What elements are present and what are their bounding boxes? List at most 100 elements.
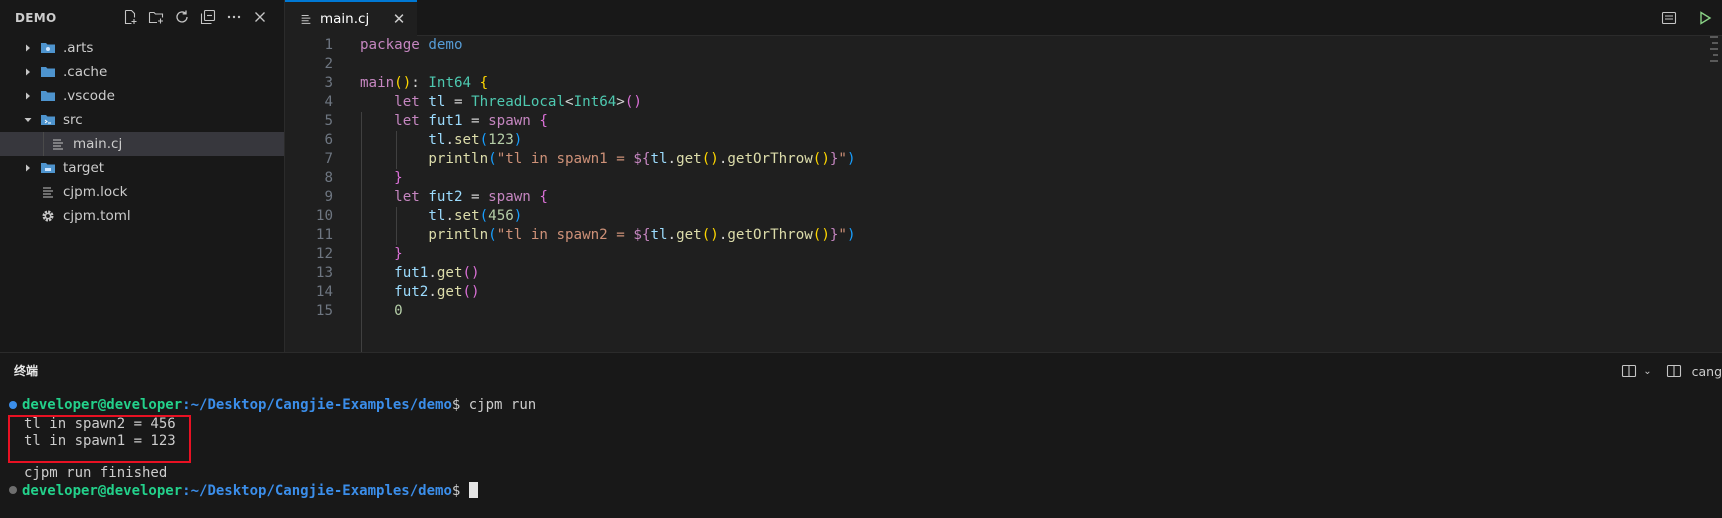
terminal[interactable]: developer@developer:~/Desktop/Cangjie-Ex… [0, 393, 1722, 518]
minimap-mark [1712, 42, 1718, 44]
line-number: 2 [324, 56, 333, 72]
line-number: 1 [324, 37, 333, 53]
terminal-instance-name[interactable]: cang [1692, 364, 1722, 379]
tree-item-cjpm-lock[interactable]: cjpm.lock [0, 180, 284, 204]
code-text: } [394, 246, 403, 262]
code-text: main(): Int64 { [360, 75, 489, 91]
chevron-right-icon [22, 162, 34, 174]
tree-item-cjpm-toml[interactable]: cjpm.toml [0, 204, 284, 228]
terminal-command: cjpm run [460, 397, 537, 413]
code-text: let fut1 = spawn { [394, 113, 548, 129]
code-text: let fut2 = spawn { [394, 189, 548, 205]
code-text: let tl = ThreadLocal<Int64>() [394, 94, 642, 110]
panel-header: 终端 [0, 353, 1722, 388]
code-line: 11 println("tl in spawn2 = ${tl.get().ge… [285, 226, 1722, 245]
code-text: println("tl in spawn2 = ${tl.get().getOr… [428, 227, 856, 243]
folder-src-icon [40, 112, 56, 128]
tree-item-label: cjpm.toml [63, 208, 131, 224]
chevron-down-icon [22, 114, 34, 126]
code-line: 14 fut2.get() [285, 283, 1722, 302]
new-file-icon[interactable] [122, 8, 138, 26]
folder-target-icon [40, 160, 56, 176]
code-line: 1 package demo [285, 36, 1722, 55]
code-text: fut1.get() [394, 265, 480, 281]
run-icon[interactable] [1696, 9, 1714, 27]
new-folder-icon[interactable] [148, 8, 164, 26]
tree-item-label: .arts [63, 40, 94, 56]
chevron-down-icon[interactable]: ⌄ [1643, 366, 1651, 377]
tree-item-target[interactable]: target [0, 156, 284, 180]
code-text: tl.set(456) [428, 208, 523, 224]
line-number: 6 [324, 132, 333, 148]
code-text: package demo [360, 37, 463, 53]
line-number: 7 [324, 151, 333, 167]
folder-icon [40, 88, 56, 104]
minimap-mark [1710, 36, 1718, 38]
panel-actions: ⌄ cang [1621, 362, 1722, 380]
close-icon[interactable] [252, 8, 268, 26]
code-line: 15 0 [285, 302, 1722, 321]
line-number: 3 [324, 75, 333, 91]
line-number: 11 [315, 227, 333, 243]
preview-icon[interactable] [1660, 9, 1678, 27]
prompt-user: developer@developer [22, 483, 183, 499]
tree-item-label: .vscode [63, 88, 115, 104]
code-text: fut2.get() [394, 284, 480, 300]
line-number: 5 [324, 113, 333, 129]
terminal-prompt-line: developer@developer:~/Desktop/Cangjie-Ex… [22, 397, 536, 414]
terminal-panel: 终端 ⌄ cang developer@developer:~/Desktop/… [0, 352, 1722, 518]
prompt-path: :~/Desktop/Cangjie-Examples/demo [182, 483, 452, 499]
tree-item-label: .cache [63, 64, 108, 80]
code-line: 5 let fut1 = spawn { [285, 112, 1722, 131]
tree-item-src[interactable]: src [0, 108, 284, 132]
line-number: 14 [315, 284, 333, 300]
file-tree: .arts .cache .vscode src main.cj target … [0, 36, 284, 228]
code-line: 3 main(): Int64 { [285, 74, 1722, 93]
explorer-title: DEMO [15, 11, 57, 25]
explorer-actions [122, 8, 268, 26]
code-line: 4 let tl = ThreadLocal<Int64>() [285, 93, 1722, 112]
prompt-user: developer@developer [22, 397, 183, 413]
tree-item-cache[interactable]: .cache [0, 60, 284, 84]
chevron-right-icon [22, 90, 34, 102]
gear-icon [40, 208, 56, 224]
tree-item-label: src [63, 112, 83, 128]
refresh-icon[interactable] [174, 8, 190, 26]
text-file-icon [40, 184, 56, 200]
more-icon[interactable] [226, 8, 242, 26]
line-number: 12 [315, 246, 333, 262]
chevron-right-icon [22, 66, 34, 78]
tree-item-arts[interactable]: .arts [0, 36, 284, 60]
terminal-instance-icon[interactable] [1666, 362, 1682, 380]
panel-title[interactable]: 终端 [14, 362, 38, 379]
code-line: 7 println("tl in spawn1 = ${tl.get().get… [285, 150, 1722, 169]
collapse-all-icon[interactable] [200, 8, 216, 26]
line-number: 4 [324, 94, 333, 110]
editor-actions [1660, 9, 1722, 27]
terminal-output-line: cjpm run finished [24, 465, 168, 481]
minimap[interactable] [1708, 36, 1722, 352]
editor-tab-bar: main.cj ✕ [285, 0, 1722, 36]
code-text: 0 [394, 303, 403, 319]
line-number: 8 [324, 170, 333, 186]
tree-item-vscode[interactable]: .vscode [0, 84, 284, 108]
split-terminal-icon[interactable] [1621, 362, 1637, 380]
line-number: 9 [324, 189, 333, 205]
minimap-mark [1710, 48, 1718, 50]
tab-main-cj[interactable]: main.cj ✕ [285, 0, 417, 36]
prompt-suffix: $ [451, 483, 461, 499]
tree-item-label: target [63, 160, 105, 176]
chevron-right-icon [22, 42, 34, 54]
folder-arts-icon [40, 40, 56, 56]
command-idle-dot [9, 486, 17, 494]
tab-close-icon[interactable]: ✕ [391, 11, 407, 27]
code-line: 13 fut1.get() [285, 264, 1722, 283]
code-text: tl.set(123) [428, 132, 523, 148]
tree-item-main-cj[interactable]: main.cj [0, 132, 284, 156]
tree-item-label: cjpm.lock [63, 184, 128, 200]
code-line: 2 [285, 55, 1722, 74]
folder-icon [40, 64, 56, 80]
minimap-mark [1713, 54, 1718, 56]
code-text: } [394, 170, 403, 186]
code-editor[interactable]: 1 package demo 2 3 main(): Int64 { 4 let t… [285, 36, 1722, 352]
